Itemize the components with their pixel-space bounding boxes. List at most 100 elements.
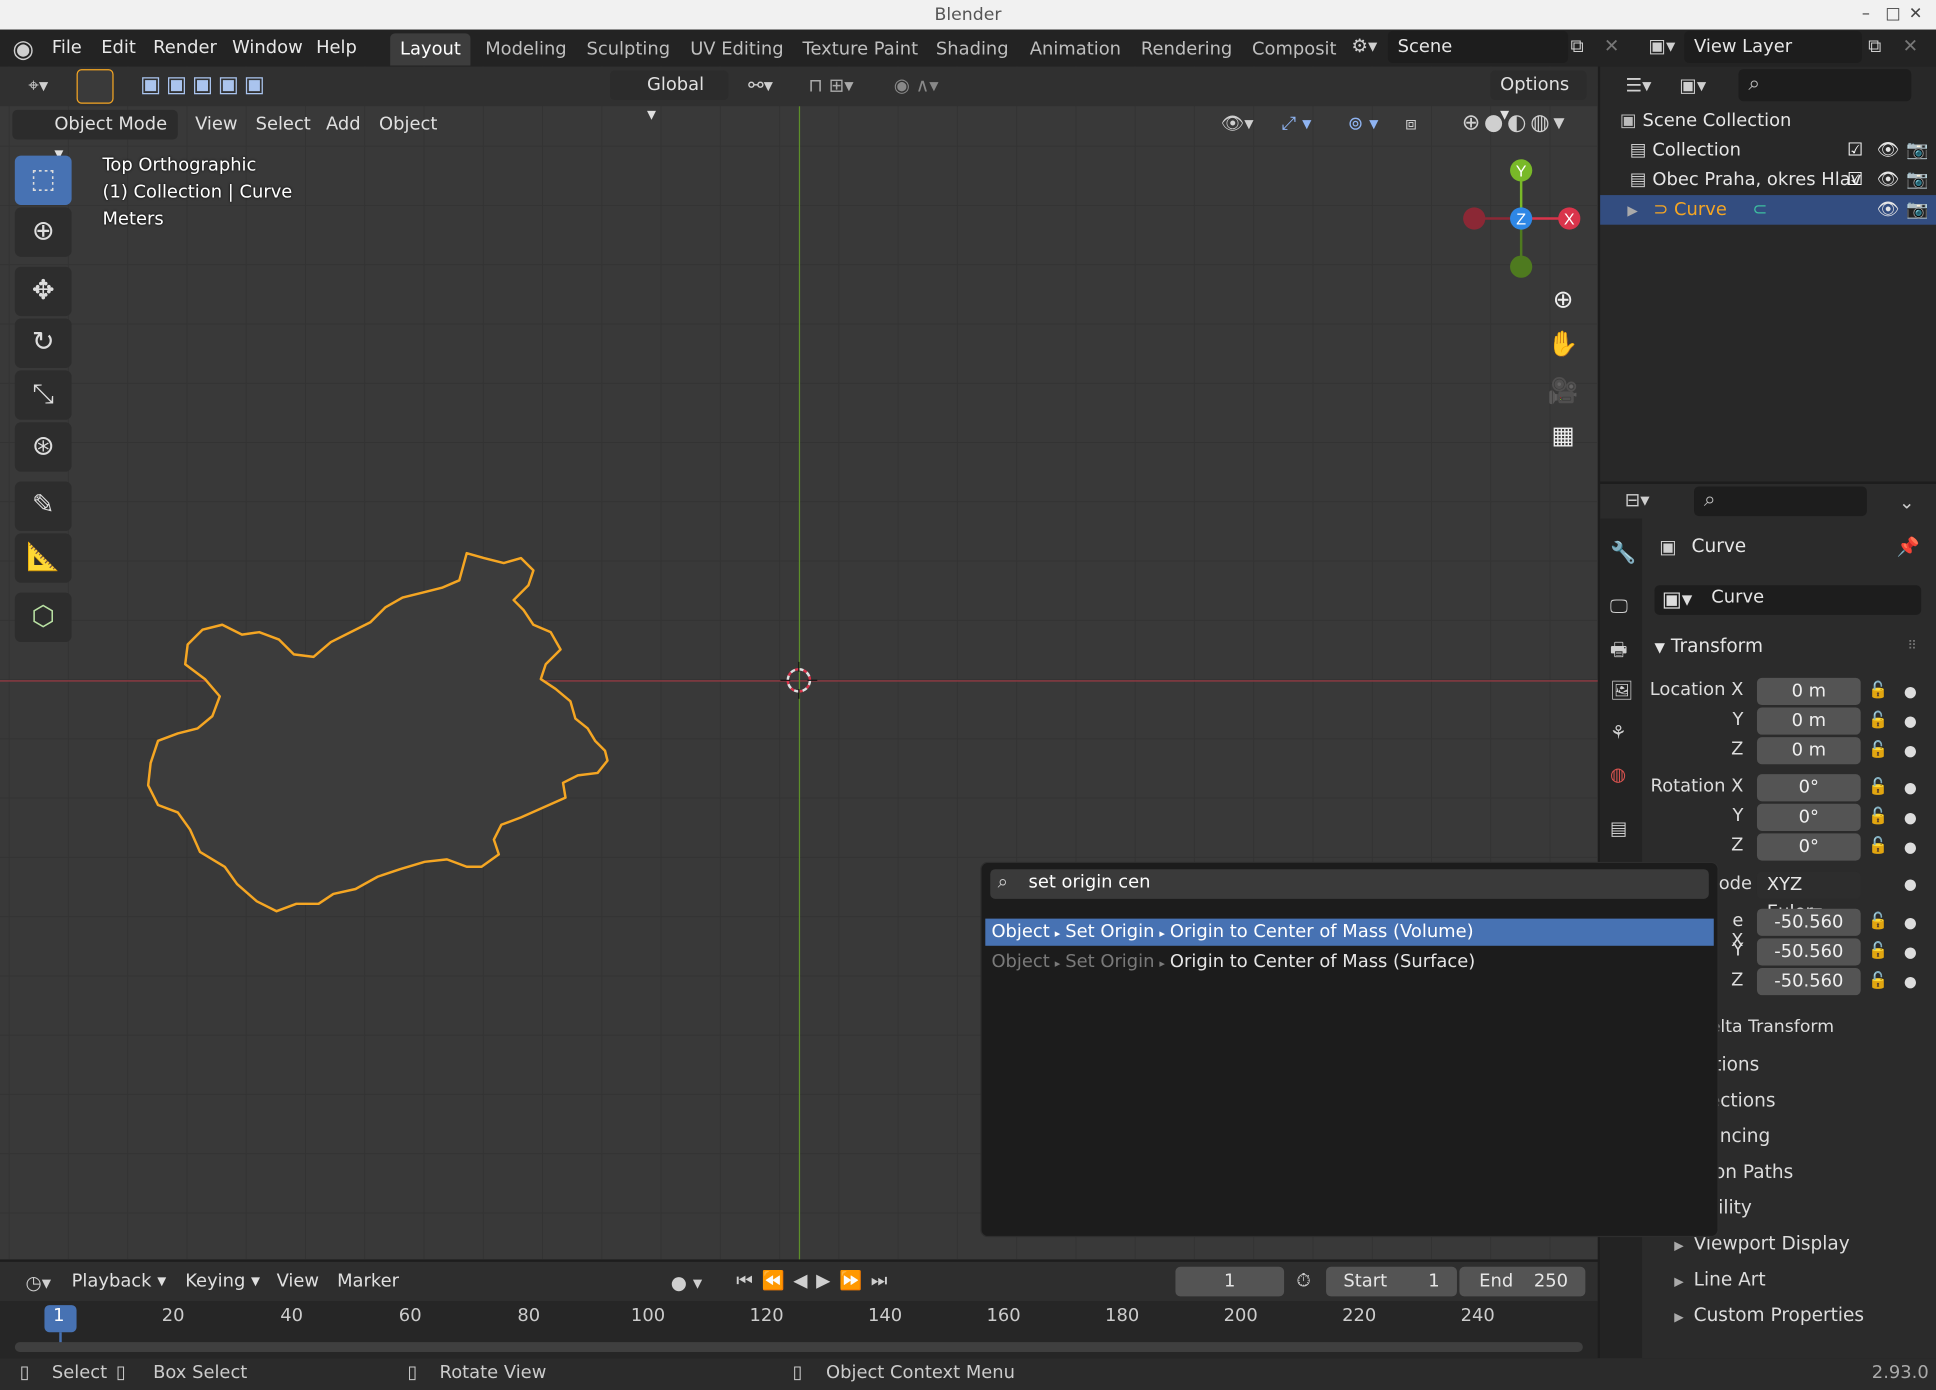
rotation-z-field[interactable]: 0° [1756, 833, 1861, 861]
checkbox-icon[interactable]: ☑ [1847, 165, 1863, 195]
view-layer-properties-icon[interactable]: 🖼 [1610, 679, 1634, 701]
tab-compositing[interactable]: Composit [1242, 33, 1346, 65]
outliner-search-input[interactable]: ⌕ [1738, 69, 1912, 102]
lock-icon[interactable]: 🔓 [1868, 807, 1888, 826]
lock-icon[interactable]: 🔓 [1868, 711, 1888, 730]
shading-mode-icons[interactable]: ⊕●◐◍▾ [1442, 110, 1588, 136]
lock-icon[interactable]: 🔓 [1868, 912, 1888, 931]
overlay-toggle-icon[interactable]: ⊚ ▾ [1336, 112, 1390, 134]
editor-type-icon[interactable]: ⌖▾ [17, 74, 59, 96]
tab-texture-paint[interactable]: Texture Paint [793, 33, 928, 65]
view-layer-selector-icon[interactable]: ▣▾ [1642, 35, 1682, 57]
lock-icon[interactable]: 🔓 [1868, 741, 1888, 760]
timeline-keying-menu[interactable]: Keying ▾ [185, 1268, 260, 1295]
keyframe-dot-icon[interactable]: ● [1904, 809, 1917, 826]
delete-view-layer-icon[interactable]: ✕ [1903, 35, 1919, 57]
keyframe-dot-icon[interactable]: ● [1904, 742, 1917, 759]
timeline-view-menu[interactable]: View [277, 1268, 320, 1295]
snap-icon[interactable]: ⊓ ⊞▾ [793, 74, 870, 96]
scene-selector-icon[interactable]: ⚙▾ [1346, 35, 1383, 57]
scale-x-field[interactable]: -50.560 [1756, 908, 1861, 936]
drag-handle-icon[interactable]: ⠿ [1908, 640, 1917, 654]
timeline-editor-type-icon[interactable]: ◷▾ [17, 1272, 59, 1294]
scale-z-field[interactable]: -50.560 [1756, 968, 1861, 996]
tab-rendering[interactable]: Rendering [1131, 33, 1242, 65]
location-y-field[interactable]: 0 m [1756, 707, 1861, 735]
close-window-button[interactable]: ✕ [1909, 0, 1922, 30]
timeline-playback-menu[interactable]: Playback ▾ [72, 1268, 167, 1295]
render-camera-icon[interactable]: 📷 [1906, 195, 1928, 225]
select-box-tool-icon[interactable]: ⬚ [14, 155, 72, 205]
keyframe-dot-icon[interactable]: ● [1904, 838, 1917, 855]
collection-properties-icon[interactable]: ▤ [1610, 817, 1628, 839]
rotation-mode-dropdown[interactable]: XYZ Euler▾ [1756, 871, 1861, 922]
pin-icon[interactable]: 📌 [1896, 536, 1919, 558]
scale-tool-icon[interactable]: ⤡ [14, 370, 72, 420]
lock-icon[interactable]: 🔓 [1868, 837, 1888, 856]
keyframe-dot-icon[interactable]: ● [1904, 973, 1917, 990]
scale-y-field[interactable]: -50.560 [1756, 938, 1861, 966]
expand-arrow-icon[interactable]: ▶ [1627, 202, 1637, 218]
outliner-filter-icon[interactable]: ▣▾ [1669, 74, 1716, 96]
render-camera-icon[interactable]: 📷 [1906, 165, 1928, 195]
eye-icon[interactable]: 👁 [1877, 136, 1900, 166]
object-data-field[interactable]: ▣▾ Curve [1654, 585, 1922, 615]
view-layer-field[interactable]: View Layer [1684, 30, 1862, 63]
move-tool-icon[interactable]: ✥ [14, 266, 72, 317]
render-properties-icon[interactable]: 🖵 [1610, 595, 1628, 617]
location-z-field[interactable]: 0 m [1756, 737, 1861, 765]
new-view-layer-icon[interactable]: ⧉ [1868, 35, 1881, 57]
viewport-menu-select[interactable]: Select [256, 111, 311, 138]
properties-options-icon[interactable]: ⌄ [1899, 491, 1915, 513]
lock-icon[interactable]: 🔓 [1868, 682, 1888, 701]
tab-uv-editing[interactable]: UV Editing [680, 33, 793, 65]
keyframe-dot-icon[interactable]: ● [1904, 875, 1917, 892]
end-frame-field[interactable]: End 250 [1459, 1266, 1586, 1297]
timeline-marker-menu[interactable]: Marker [337, 1268, 399, 1295]
annotate-tool-icon[interactable]: ✎ [14, 481, 72, 531]
maximize-button[interactable]: □ [1885, 0, 1900, 30]
scene-properties-icon[interactable]: ⚘ [1610, 721, 1627, 743]
options-dropdown[interactable]: Options ▾ [1490, 70, 1587, 125]
pivot-point-icon[interactable]: ⚯▾ [738, 74, 782, 96]
outliner-item-curve[interactable]: ▶ ⊃ Curve ⊂ 👁 📷 [1600, 195, 1936, 225]
eye-icon[interactable]: 👁 [1877, 195, 1900, 225]
record-icon[interactable]: ● ▾ [662, 1272, 711, 1294]
zoom-icon[interactable]: ⊕ [1543, 279, 1583, 319]
measure-tool-icon[interactable]: 📐 [14, 533, 72, 583]
tab-shading[interactable]: Shading [926, 33, 1018, 65]
rotate-tool-icon[interactable]: ↻ [14, 318, 72, 368]
keyframe-dot-icon[interactable]: ● [1904, 943, 1917, 960]
keyframe-dot-icon[interactable]: ● [1904, 914, 1917, 931]
lock-icon[interactable]: 🔓 [1868, 972, 1888, 991]
minimize-button[interactable]: – [1862, 0, 1870, 30]
keyframe-dot-icon[interactable]: ● [1904, 779, 1917, 796]
transform-tool-icon[interactable]: ⊛ [14, 422, 72, 472]
location-x-field[interactable]: 0 m [1756, 677, 1861, 706]
transform-orientation-dropdown[interactable]: Global ▾ [609, 70, 729, 125]
viewport-menu-object[interactable]: Object [379, 111, 437, 138]
tab-modeling[interactable]: Modeling [475, 33, 576, 65]
rotation-x-field[interactable]: 0° [1756, 774, 1861, 802]
blender-logo-icon[interactable]: ◉ [12, 33, 34, 63]
menu-file[interactable]: File [52, 35, 82, 62]
menu-help[interactable]: Help [316, 35, 357, 62]
tab-animation[interactable]: Animation [1020, 33, 1131, 65]
menu-render[interactable]: Render [153, 35, 217, 62]
xray-icon[interactable]: ⧈ [1405, 112, 1417, 134]
clock-icon[interactable]: ⏱ [1296, 1269, 1310, 1291]
operator-search-input[interactable]: ⌕ set origin cen [990, 869, 1709, 899]
subpanel-line-art[interactable]: ▶ Line Art [1674, 1268, 1765, 1290]
mode-dropdown[interactable]: Object Mode ▾ [12, 109, 178, 164]
keyframe-dot-icon[interactable]: ● [1904, 712, 1917, 729]
viewport-menu-view[interactable]: View [195, 111, 238, 138]
playback-controls-icons[interactable]: ⏮⏪◀▶⏩⏭ [726, 1269, 906, 1291]
cursor-tool-icon[interactable]: ⊕ [14, 207, 72, 257]
timeline-scrollbar[interactable] [14, 1342, 1583, 1352]
add-cube-tool-icon[interactable]: ⬡ [14, 592, 72, 643]
tool-properties-icon[interactable]: 🔧 [1610, 541, 1636, 566]
proportional-editing-icon[interactable]: ◉ ∧▾ [879, 74, 953, 96]
curve-object[interactable] [136, 543, 642, 926]
outliner-item-collection[interactable]: ▤ Collection ☑ 👁 📷 [1600, 136, 1936, 166]
tab-sculpting[interactable]: Sculpting [577, 33, 680, 65]
